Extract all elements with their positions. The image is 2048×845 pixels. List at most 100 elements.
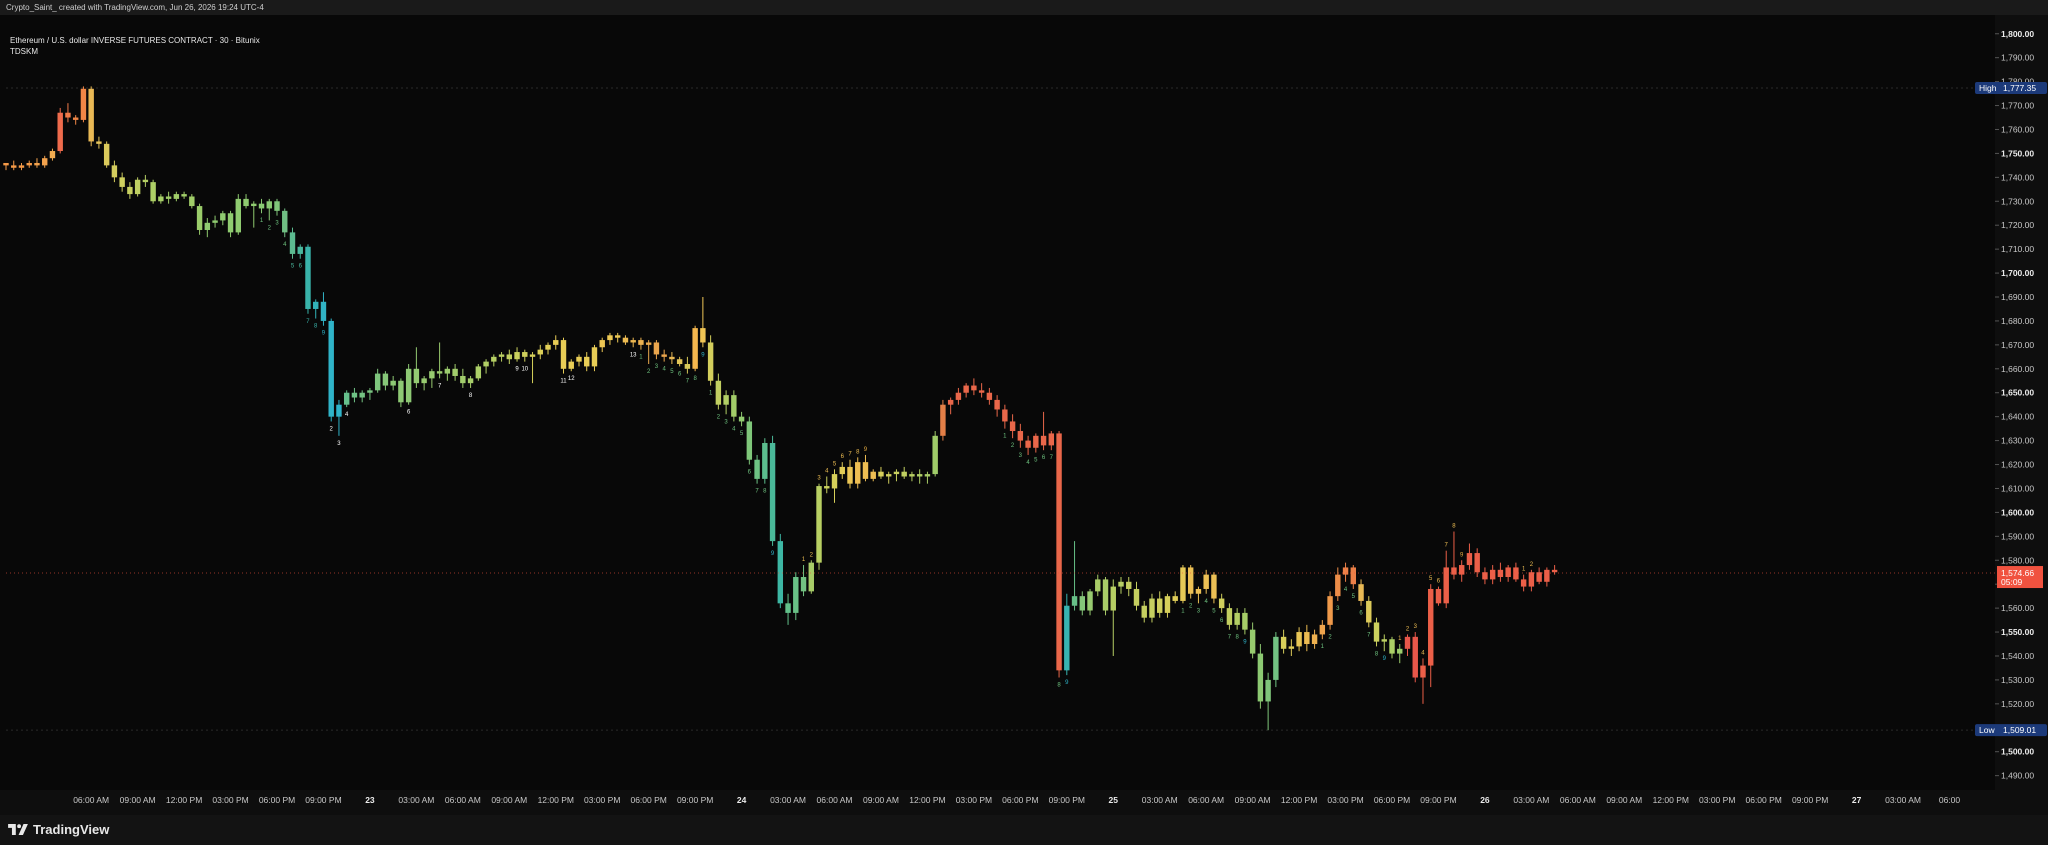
td-count-label: 3	[275, 221, 279, 227]
td-count-label: 6	[1437, 579, 1441, 585]
candle-body	[754, 459, 760, 479]
candle-body	[1234, 612, 1240, 625]
candle-body	[282, 210, 288, 233]
candle-body	[1226, 608, 1233, 625]
td-count-label: 4	[825, 468, 829, 474]
y-tick-label: 1,530.00	[2001, 675, 2034, 685]
candle-body	[1404, 636, 1411, 649]
td-count-label: 3	[337, 441, 341, 447]
chart-area[interactable]: 1,800.00 1,790.00 1,780.00 1,770.00 1,760.00…	[0, 15, 2048, 805]
candle-body	[1544, 569, 1550, 582]
candle-body	[289, 232, 296, 254]
td-count-label: 2	[1189, 604, 1193, 610]
candle-body	[220, 213, 226, 221]
td-count-label: 9	[771, 551, 775, 557]
tradingview-logo[interactable]: TradingView	[8, 822, 109, 837]
candle-body	[452, 368, 458, 376]
td-count-label: 5	[1212, 608, 1216, 614]
candle-body	[313, 301, 319, 309]
candle-body	[1466, 553, 1473, 566]
td-count-label: 4	[1344, 587, 1348, 593]
candle-body	[1141, 605, 1147, 618]
candle-body	[1033, 435, 1039, 448]
td-count-label: 1	[802, 557, 806, 563]
candle-body	[1079, 596, 1085, 611]
candle-body	[1064, 605, 1070, 671]
candle-body	[622, 337, 629, 343]
candle-body	[1435, 588, 1442, 604]
x-tick-label: 06:00 PM	[630, 795, 666, 805]
td-count-label: 5	[1352, 594, 1356, 600]
candle-body	[1218, 598, 1225, 609]
candle-body	[398, 380, 404, 403]
candle-body	[607, 335, 613, 341]
x-tick-label: 06:00 AM	[445, 795, 481, 805]
candle-body	[336, 404, 342, 417]
candle-body	[731, 395, 737, 417]
td-count-label: 6	[1220, 618, 1224, 624]
x-tick-label: 09:00 AM	[863, 795, 899, 805]
candle-body	[738, 416, 745, 422]
td-count-label: 2	[268, 225, 272, 231]
tradingview-logo-icon	[8, 824, 28, 835]
td-count-label: 6	[748, 470, 752, 476]
candle-body	[901, 471, 907, 477]
td-count-label: 3	[724, 419, 728, 425]
candle-body	[127, 186, 133, 195]
x-tick-label: 06:00 PM	[259, 795, 295, 805]
candle-body	[351, 392, 358, 398]
x-tick-label: 06:00 PM	[1374, 795, 1410, 805]
candle-body	[1319, 624, 1326, 635]
candle-body	[1389, 639, 1395, 654]
x-tick-label: 03:00 AM	[1885, 795, 1921, 805]
candle-body	[181, 194, 187, 197]
candle-body	[1342, 567, 1349, 575]
x-tick-label: 12:00 PM	[909, 795, 945, 805]
candle-body	[800, 577, 807, 592]
candle-body	[343, 392, 350, 405]
candle-body	[1211, 574, 1217, 599]
low-badge-label: Low	[1979, 725, 1995, 735]
candle-body	[638, 340, 644, 345]
candle-body	[1172, 596, 1178, 601]
candle-body	[909, 474, 915, 477]
candle-body	[700, 328, 706, 343]
td-count-label: 13	[630, 352, 637, 358]
candle-body	[460, 375, 466, 384]
y-tick-label: 1,650.00	[2001, 388, 2034, 398]
candle-body	[684, 364, 691, 369]
candle-body	[1048, 433, 1055, 446]
candle-body	[1520, 579, 1527, 587]
candle-body	[305, 246, 311, 309]
x-tick-label: 09:00 AM	[120, 795, 156, 805]
td-count-label: 3	[1336, 606, 1340, 612]
candle-body	[847, 466, 853, 484]
price-chart[interactable]: 1,800.001,790.001,780.001,770.001,760.00…	[0, 15, 2048, 805]
candle-body	[963, 385, 969, 393]
candle-body	[940, 404, 946, 436]
td-count-label: 5	[740, 431, 744, 437]
candle-body	[1412, 636, 1418, 678]
td-count-label: 8	[693, 376, 697, 382]
tradingview-brand: TradingView	[33, 822, 110, 837]
indicator-label[interactable]: TDSKM	[10, 46, 260, 57]
candle-body	[467, 378, 474, 384]
candle-body	[34, 162, 40, 166]
x-tick-label: 12:00 PM	[166, 795, 202, 805]
high-badge-label: High	[1979, 83, 1997, 93]
candle-body	[1149, 598, 1155, 618]
y-tick-label: 1,610.00	[2001, 483, 2034, 493]
candle-body	[1203, 574, 1209, 589]
candle-body	[522, 352, 528, 357]
candle-body	[676, 359, 683, 365]
candle-body	[150, 182, 156, 202]
td-count-label: 8	[469, 393, 473, 399]
td-count-label: 6	[678, 371, 682, 377]
candle-body	[1420, 665, 1426, 678]
candle-body	[886, 474, 892, 477]
candle-body	[1009, 421, 1016, 432]
candle-body	[1157, 598, 1163, 613]
td-count-label: 5	[670, 369, 674, 375]
candle-body	[158, 196, 164, 202]
td-count-label: 2	[1530, 562, 1534, 568]
